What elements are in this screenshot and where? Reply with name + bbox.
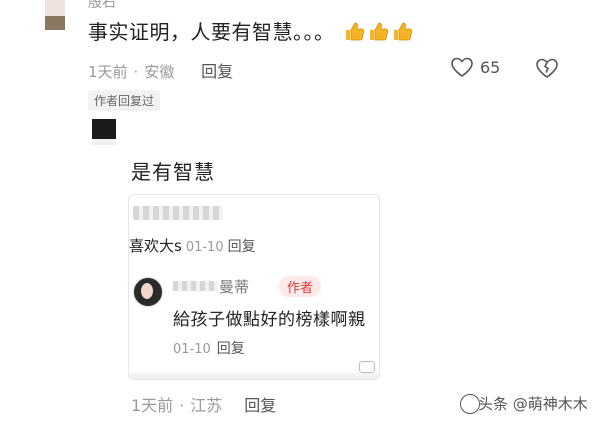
- comment-text: 事实证明，人要有智慧。。。: [88, 16, 413, 45]
- author-reply-text: 是有智慧: [131, 160, 215, 184]
- quoted-reply-label: 回复: [227, 239, 256, 255]
- blurred-username: [173, 281, 218, 291]
- like-count: 65: [480, 57, 501, 77]
- card-cutoff: [129, 373, 379, 379]
- quoted-image-card[interactable]: 喜欢大s 01-10 回复 曼蒂 作者 給孩子做點好的榜樣啊親 01-10 回复: [128, 194, 380, 380]
- comment-body: 事实证明，人要有智慧。。。: [88, 20, 335, 44]
- quoted-comment-line: 喜欢大s 01-10 回复: [129, 235, 256, 256]
- quoted-author-name: 曼蒂: [219, 278, 250, 296]
- thumbs-up-icon: [394, 22, 413, 41]
- author-avatar[interactable]: [92, 119, 116, 139]
- avatar[interactable]: [45, 0, 65, 16]
- reply-time: 1天前: [131, 396, 174, 415]
- separator: ·: [133, 63, 139, 81]
- separator: ·: [179, 396, 185, 415]
- watermark: 头条 @萌神木木: [478, 395, 588, 413]
- broken-heart-icon: [536, 58, 558, 78]
- avatar-face: [141, 283, 153, 299]
- author-avatar-lower: [92, 139, 116, 145]
- quoted-reply-date: 01-10: [173, 342, 211, 357]
- watermark-logo-icon: [460, 394, 480, 414]
- reply-location: 江苏: [190, 396, 223, 415]
- dislike-button[interactable]: [535, 57, 559, 83]
- quoted-reply-meta: 01-10 回复: [173, 338, 245, 358]
- comment-location: 安徽: [144, 63, 175, 81]
- thumbs-up-icon: [370, 22, 389, 41]
- quoted-reply-label: 回复: [216, 341, 245, 357]
- weibo-logo-icon: [359, 361, 375, 373]
- author-badge: 作者: [279, 276, 322, 297]
- reply-meta: 1天前 · 江苏 回复: [131, 392, 276, 416]
- comment-meta: 1天前 · 安徽 回复: [88, 58, 233, 82]
- thumbs-up-icon: [346, 22, 365, 41]
- heart-icon: [451, 57, 473, 77]
- like-button[interactable]: 65: [450, 56, 500, 78]
- quoted-comment-text: 喜欢大s: [129, 237, 182, 255]
- reply-button[interactable]: 回复: [244, 396, 276, 415]
- quoted-comment-date: 01-10: [185, 240, 224, 255]
- author-replied-tag: 作者回复过: [88, 90, 161, 111]
- avatar-lower: [45, 16, 65, 30]
- quoted-reply-text: 給孩子做點好的榜樣啊親: [173, 310, 366, 330]
- blurred-username: [133, 206, 223, 220]
- reply-button[interactable]: 回复: [201, 62, 233, 81]
- username[interactable]: 殷石: [88, 0, 116, 12]
- comment-time: 1天前: [88, 63, 128, 81]
